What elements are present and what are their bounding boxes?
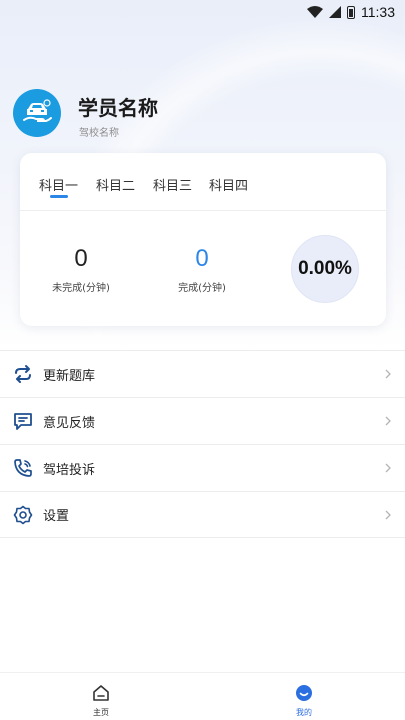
tab-indicator	[50, 195, 68, 198]
status-time: 11:33	[361, 4, 395, 20]
progress-percent: 0.00%	[298, 258, 352, 279]
avatar[interactable]	[13, 89, 61, 137]
menu-item-complaint[interactable]: 驾培投诉	[0, 444, 405, 491]
menu-item-feedback[interactable]: 意见反馈	[0, 397, 405, 444]
menu-item-settings[interactable]: 设置	[0, 491, 405, 538]
home-icon	[91, 683, 111, 703]
nav-profile-label: 我的	[296, 708, 312, 717]
tab-subject-2[interactable]: 科目二	[96, 175, 135, 194]
phone-icon	[13, 458, 33, 478]
progress-card: 科目一 科目二 科目三 科目四 0 未完成(分钟) 0 完成(分钟) 0.00%	[20, 153, 386, 326]
menu-list: 更新题库 意见反馈 驾培投诉 设置	[0, 350, 405, 538]
nav-home-label: 主页	[93, 708, 109, 717]
menu-label: 意见反馈	[43, 415, 96, 431]
settings-icon	[13, 505, 33, 525]
tab-subject-3[interactable]: 科目三	[153, 175, 192, 194]
complete-value: 0	[195, 245, 209, 272]
cellular-icon	[329, 6, 341, 18]
menu-item-update-questions[interactable]: 更新题库	[0, 350, 405, 397]
tab-subject-4[interactable]: 科目四	[209, 175, 248, 194]
feedback-icon	[13, 411, 33, 431]
status-bar: 11:33	[0, 0, 405, 24]
chevron-right-icon	[385, 369, 391, 379]
nav-home[interactable]: 主页	[81, 683, 121, 718]
stat-complete: 0 完成(分钟)	[161, 245, 243, 294]
chevron-right-icon	[385, 463, 391, 473]
stat-incomplete: 0 未完成(分钟)	[40, 245, 122, 294]
incomplete-label: 未完成(分钟)	[52, 283, 110, 294]
wifi-icon	[307, 6, 323, 18]
bottom-nav: 主页 我的	[0, 672, 405, 720]
progress-ring: 0.00%	[291, 235, 359, 303]
chevron-right-icon	[385, 510, 391, 520]
tab-subject-1[interactable]: 科目一	[39, 175, 78, 194]
school-name: 驾校名称	[79, 128, 119, 139]
menu-label: 设置	[43, 509, 70, 524]
car-hand-icon	[23, 99, 52, 122]
profile-icon	[294, 683, 314, 703]
chevron-right-icon	[385, 416, 391, 426]
nav-profile[interactable]: 我的	[284, 683, 324, 718]
menu-label: 驾培投诉	[43, 462, 96, 478]
complete-label: 完成(分钟)	[178, 283, 226, 294]
incomplete-value: 0	[74, 245, 88, 272]
menu-label: 更新题库	[43, 368, 96, 384]
refresh-icon	[13, 364, 33, 384]
student-name: 学员名称	[78, 96, 158, 120]
battery-icon	[347, 5, 355, 19]
subject-tabs: 科目一 科目二 科目三 科目四	[20, 153, 386, 211]
